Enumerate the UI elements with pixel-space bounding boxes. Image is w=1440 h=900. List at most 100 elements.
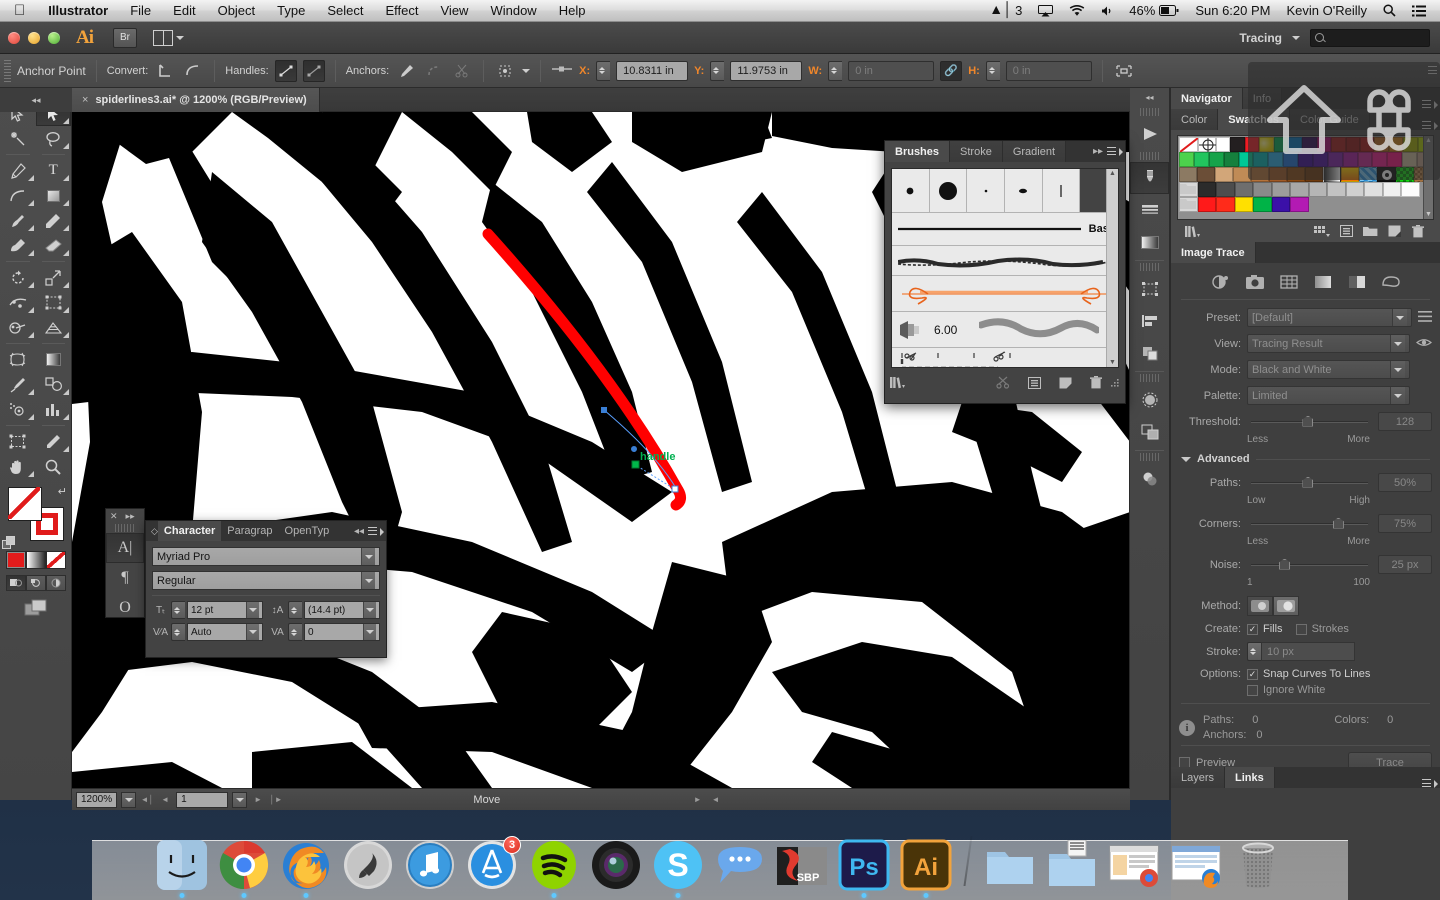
w-input[interactable]: 0 in (848, 60, 935, 81)
swatch[interactable] (1316, 137, 1332, 152)
dock-item-messages[interactable] (713, 838, 767, 892)
swatch[interactable] (1401, 182, 1420, 197)
tool-paintbrush[interactable] (0, 208, 36, 233)
isolate-selected-object-button[interactable] (494, 60, 516, 82)
brush-calligraphic-oval[interactable] (1005, 169, 1043, 212)
show-handles-button[interactable] (274, 59, 297, 82)
swatch[interactable] (1215, 167, 1234, 182)
swatch[interactable] (1341, 167, 1360, 182)
brushes-scrollbar[interactable]: ▲ ▼ (1106, 169, 1118, 367)
tab-gradient[interactable]: Gradient (1002, 141, 1067, 162)
dock-item-appstore[interactable]: 3 (465, 836, 521, 892)
brush-basic-row[interactable]: Basic (892, 213, 1118, 246)
tab-image-trace[interactable]: Image Trace (1171, 242, 1256, 263)
swatch-options-icon[interactable] (1334, 225, 1358, 237)
tab-opentype[interactable]: OpenTyp (279, 521, 336, 541)
last-artboard-button[interactable]: │► (269, 792, 283, 808)
arrange-documents-button[interactable] (153, 29, 184, 46)
apple-menu-icon[interactable]:  (0, 2, 37, 20)
auto-color-preset-icon[interactable] (1210, 273, 1232, 291)
brush-calligraphic-3pt[interactable] (892, 169, 930, 212)
paths-slider-thumb[interactable] (1302, 476, 1314, 488)
preset-select[interactable]: [Default] (1247, 308, 1412, 327)
tool-zoom[interactable] (36, 454, 72, 479)
zoom-window-button[interactable] (48, 31, 60, 44)
status-menu-button[interactable]: ► (691, 792, 705, 808)
dock-grip[interactable] (1140, 108, 1159, 116)
swatch[interactable] (1327, 152, 1343, 167)
brush-calligraphic-thin[interactable] (1042, 169, 1081, 212)
dock-item-trash[interactable] (1231, 838, 1285, 892)
previous-artboard-button[interactable]: ◄ (158, 792, 172, 808)
draw-normal-button[interactable] (5, 575, 26, 591)
grayscale-preset-icon[interactable] (1312, 273, 1334, 291)
swatch[interactable] (1308, 182, 1327, 197)
swatch[interactable] (1298, 152, 1313, 167)
collapse-panel-icon[interactable]: ◂◂ (354, 526, 368, 537)
swatch[interactable] (1273, 137, 1289, 152)
swatch[interactable] (1216, 197, 1235, 212)
swatch[interactable] (1179, 197, 1198, 212)
threshold-slider[interactable] (1251, 415, 1368, 427)
swatch[interactable] (1179, 182, 1198, 197)
tool-mesh[interactable] (0, 347, 36, 372)
swatch[interactable] (1251, 167, 1270, 182)
swatch[interactable] (1342, 152, 1358, 167)
swatch[interactable] (1197, 137, 1217, 152)
tool-slice[interactable] (36, 429, 72, 454)
font-family-select[interactable]: Myriad Pro (152, 547, 380, 566)
tab-swatches[interactable]: Swatches (1218, 109, 1291, 130)
dock-grip[interactable] (1140, 374, 1159, 382)
mode-select[interactable]: Black and White (1247, 360, 1410, 379)
next-artboard-button[interactable]: ► (251, 792, 265, 808)
tab-stroke[interactable]: Stroke (950, 141, 1003, 162)
dock-item-chrome-window[interactable] (1107, 838, 1161, 892)
kerning-field[interactable]: V⁄A Auto (152, 623, 263, 641)
menu-item-type[interactable]: Type (266, 0, 316, 22)
dock-grip[interactable] (1140, 453, 1159, 461)
menu-item-view[interactable]: View (430, 0, 480, 22)
draw-behind-button[interactable] (25, 575, 46, 591)
swatch[interactable] (1179, 167, 1198, 182)
workspace-switcher[interactable]: Tracing (1239, 31, 1282, 45)
tab-character[interactable]: Character (157, 521, 222, 541)
high-color-preset-icon[interactable] (1244, 273, 1266, 291)
screen-mode-button[interactable] (0, 599, 71, 617)
swatches-panel-menu[interactable] (1422, 121, 1440, 130)
dock-item-launchpad[interactable] (341, 838, 395, 892)
tool-status-text[interactable]: Move (287, 794, 686, 806)
draw-inside-button[interactable] (45, 575, 66, 591)
brush-arrow-pattern-row[interactable] (892, 276, 1118, 312)
menu-item-select[interactable]: Select (316, 0, 374, 22)
tab-color-guide[interactable]: Color Guide (1290, 109, 1370, 130)
threshold-slider-thumb[interactable] (1302, 415, 1314, 427)
swatch[interactable] (1253, 182, 1272, 197)
swatch[interactable] (1360, 137, 1375, 152)
ignore-white-checkbox[interactable] (1247, 684, 1258, 696)
artboard-number-input[interactable]: 1 (176, 791, 229, 808)
tool-free-transform[interactable] (36, 290, 72, 315)
new-color-group-icon[interactable] (1358, 225, 1382, 237)
swatch[interactable] (1323, 167, 1342, 182)
swatch[interactable] (1271, 182, 1290, 197)
corners-input[interactable]: 75% (1378, 514, 1432, 533)
tab-navigator[interactable]: Navigator (1171, 88, 1243, 109)
tab-brushes[interactable]: Brushes (885, 141, 951, 162)
transform-each-button[interactable] (1113, 60, 1135, 82)
zoom-level-input[interactable]: 1200% (76, 791, 118, 808)
swatch[interactable] (1244, 137, 1260, 152)
close-window-button[interactable] (8, 31, 20, 44)
brush-scissors-pattern-row[interactable] (892, 348, 1118, 367)
swatch[interactable] (1377, 167, 1396, 182)
dock-item-photoshop[interactable]: Ps (837, 838, 891, 898)
tab-color[interactable]: Color (1171, 109, 1219, 130)
threshold-input[interactable]: 128 (1378, 412, 1432, 431)
default-fill-stroke-icon[interactable] (2, 536, 15, 549)
user-name[interactable]: Kevin O'Reilly (1278, 3, 1375, 18)
volume-icon[interactable] (1093, 5, 1121, 17)
swap-fill-stroke-icon[interactable]: ↵ (58, 485, 67, 498)
document-tab[interactable]: × spiderlines3.ai* @ 1200% (RGB/Preview) (72, 88, 320, 112)
swatch[interactable] (1395, 167, 1414, 182)
convert-to-corner-button[interactable] (154, 60, 176, 82)
swatch[interactable] (1253, 197, 1272, 212)
